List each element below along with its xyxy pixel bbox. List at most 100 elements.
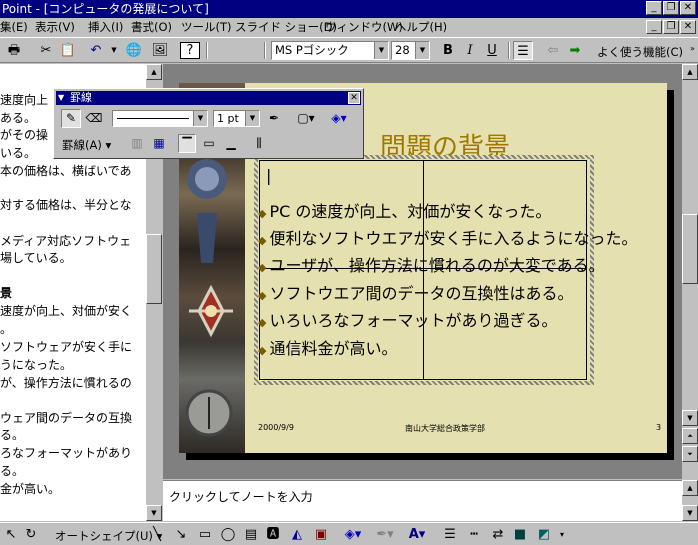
insert-clipart-icon[interactable]: ◭ bbox=[288, 525, 306, 544]
select-objects-icon[interactable]: ↖ bbox=[3, 525, 19, 544]
free-rotate-icon[interactable]: ↻ bbox=[22, 525, 40, 544]
outline-line: 速度が向上、対価が安く bbox=[0, 304, 133, 318]
slide-bullet[interactable]: ◆ 便利なソフトウエアが安く手に入るようになった。 bbox=[258, 225, 637, 249]
scroll-down-icon[interactable]: ▼ bbox=[146, 505, 162, 521]
3d-icon[interactable]: ◩ bbox=[534, 525, 554, 544]
line-style-preview bbox=[117, 118, 189, 119]
line-color-icon[interactable]: ✒▾ bbox=[372, 525, 398, 544]
slide-scrollbar[interactable]: ▲ ▼ ⏶ ⏷ bbox=[682, 64, 698, 479]
outline-scroll-thumb[interactable] bbox=[146, 234, 162, 304]
slide-bullet[interactable]: ◆ ユーザが、操作方法に慣れるのが大変である。 bbox=[258, 252, 605, 276]
menu-edit[interactable]: 集(E) bbox=[0, 18, 28, 37]
split-cell-icon[interactable]: ▦ bbox=[150, 134, 168, 153]
border-color-icon[interactable]: ✒ bbox=[264, 109, 284, 128]
bold-button[interactable]: B bbox=[438, 41, 458, 60]
insert-clipart-icon[interactable]: 🖼 bbox=[150, 41, 170, 60]
bullet-icon: ◆ bbox=[258, 234, 267, 247]
slide-scroll-thumb[interactable] bbox=[682, 214, 698, 284]
outline-line: ソフトウェアが安く手に bbox=[0, 340, 133, 354]
doc-minimize-button[interactable]: _ bbox=[646, 20, 662, 34]
outline-line: がその操 bbox=[0, 128, 49, 142]
outline-slide-title: 景 bbox=[0, 286, 13, 300]
arrow-style-icon[interactable]: ⇄ bbox=[488, 525, 508, 544]
slide-bullet[interactable]: ◆ PC の速度が向上、対価が安くなった。 bbox=[258, 198, 551, 222]
undo-dropdown-icon[interactable]: ▼ bbox=[104, 41, 124, 60]
slide-bullet[interactable]: ◆ ソフトウエア間のデータの互換性はある。 bbox=[258, 280, 573, 304]
line-style-select[interactable]: ▼ bbox=[112, 110, 208, 127]
borders-toolbar: 罫線 ▼ ✕ ✎ ⌫ ▼ 1 pt ▼ ✒ ▢▾ ◈▾ 罫線(A) ▾ ▥ ▦ ▔… bbox=[53, 88, 364, 159]
dash-style-icon[interactable]: ┅ bbox=[464, 525, 484, 544]
distribute-columns-icon[interactable]: ⫼ bbox=[250, 134, 268, 153]
notes-scrollbar[interactable]: ▲ ▼ bbox=[682, 480, 698, 521]
oval-tool-icon[interactable]: ◯ bbox=[219, 525, 237, 544]
scroll-down-icon[interactable]: ▼ bbox=[682, 505, 698, 521]
toolbar-more-icon[interactable]: ▾ bbox=[556, 525, 568, 544]
font-size-select[interactable]: 28 ▼ bbox=[391, 41, 430, 60]
fill-color-icon[interactable]: ◈▾ bbox=[324, 109, 354, 128]
text-box-icon[interactable]: ▤ bbox=[242, 525, 260, 544]
scroll-down-icon[interactable]: ▼ bbox=[682, 410, 698, 426]
promote-icon[interactable]: ⇦ bbox=[543, 41, 563, 60]
autoshapes-menu[interactable]: オートシェイプ(U) ▾ bbox=[55, 528, 162, 544]
next-slide-icon[interactable]: ⏷ bbox=[682, 446, 698, 462]
outline-line: る。 bbox=[0, 464, 25, 478]
scroll-up-icon[interactable]: ▲ bbox=[146, 64, 162, 80]
align-top-icon[interactable]: ▔ bbox=[178, 134, 196, 153]
previous-slide-icon[interactable]: ⏶ bbox=[682, 428, 698, 444]
close-icon[interactable]: ✕ bbox=[348, 92, 360, 104]
insert-hyperlink-icon[interactable]: 🌐 bbox=[124, 41, 144, 60]
borders-toolbar-title[interactable]: 罫線 ▼ ✕ bbox=[56, 91, 361, 105]
shadow-icon[interactable]: ■ bbox=[510, 525, 530, 544]
outside-borders-icon[interactable]: ▢▾ bbox=[292, 109, 320, 128]
font-color-icon[interactable]: A▾ bbox=[404, 525, 430, 544]
app-minimize-button[interactable]: _ bbox=[646, 1, 662, 15]
line-weight-select[interactable]: 1 pt ▼ bbox=[213, 110, 260, 127]
undo-icon[interactable]: ↶ bbox=[86, 41, 106, 60]
menu-view[interactable]: 表示(V) bbox=[35, 18, 75, 37]
insert-picture-icon[interactable]: ▣ bbox=[312, 525, 330, 544]
doc-restore-button[interactable]: ❐ bbox=[663, 20, 679, 34]
menu-slideshow[interactable]: スライド ショー(D) bbox=[235, 18, 337, 37]
menu-tools[interactable]: ツール(T) bbox=[181, 18, 232, 37]
slide-bullet[interactable]: ◆ いろいろなフォーマットがあり過ぎる。 bbox=[258, 307, 557, 331]
underline-button[interactable]: U bbox=[482, 41, 502, 60]
scroll-up-icon[interactable]: ▲ bbox=[682, 64, 698, 80]
notes-pane[interactable]: クリックしてノートを入力 bbox=[163, 480, 682, 521]
app-restore-button[interactable]: ❐ bbox=[663, 1, 679, 15]
center-vertically-icon[interactable]: ▭ bbox=[200, 134, 218, 153]
toolbar-menu-icon[interactable]: ▼ bbox=[58, 91, 64, 105]
print-icon[interactable]: 🖶 bbox=[4, 41, 24, 60]
menu-help[interactable]: ヘルプ(H) bbox=[395, 18, 447, 37]
line-tool-icon[interactable]: ╲ bbox=[148, 525, 166, 544]
menu-insert[interactable]: 挿入(I) bbox=[88, 18, 123, 37]
outline-line: 対する価格は、半分とな bbox=[0, 198, 132, 212]
toolbar-more-icon[interactable]: » bbox=[690, 44, 695, 53]
font-name-select[interactable]: MS Pゴシック ▼ bbox=[271, 41, 389, 60]
app-close-button[interactable]: ✕ bbox=[680, 1, 696, 15]
arrow-tool-icon[interactable]: ↘ bbox=[172, 525, 190, 544]
doc-close-button[interactable]: ✕ bbox=[680, 20, 696, 34]
notes-placeholder: クリックしてノートを入力 bbox=[169, 490, 313, 504]
fill-color-icon[interactable]: ◈▾ bbox=[340, 525, 366, 544]
draw-table-pencil-icon[interactable]: ✎ bbox=[61, 109, 81, 128]
common-tasks-button[interactable]: よく使う機能(C) bbox=[597, 44, 683, 60]
cut-icon[interactable]: ✂ bbox=[36, 41, 56, 60]
italic-button[interactable]: I bbox=[460, 41, 480, 60]
scroll-up-icon[interactable]: ▲ bbox=[682, 480, 698, 496]
menu-format[interactable]: 書式(O) bbox=[131, 18, 172, 37]
drawing-toolbar: ↖ ↻ オートシェイプ(U) ▾ ╲ ↘ ▭ ◯ ▤ 🅰 ◭ ▣ ◈▾ ✒▾ A… bbox=[0, 522, 698, 545]
slide-bullet[interactable]: ◆ 通信料金が高い。 bbox=[258, 335, 397, 359]
align-left-icon[interactable]: ☰ bbox=[513, 41, 533, 60]
merge-cells-icon[interactable]: ▥ bbox=[128, 134, 146, 153]
help-icon[interactable]: ? bbox=[180, 42, 200, 59]
outline-line: 速度向上 bbox=[0, 93, 49, 107]
demote-icon[interactable]: ➡ bbox=[565, 41, 585, 60]
rectangle-tool-icon[interactable]: ▭ bbox=[196, 525, 214, 544]
paste-icon[interactable]: 📋 bbox=[58, 41, 78, 60]
line-style-icon[interactable]: ☰ bbox=[440, 525, 460, 544]
menu-window[interactable]: ウィンドウ(W) bbox=[325, 18, 403, 37]
align-bottom-icon[interactable]: ▁ bbox=[222, 134, 240, 153]
eraser-icon[interactable]: ⌫ bbox=[84, 109, 104, 128]
wordart-icon[interactable]: 🅰 bbox=[264, 525, 282, 544]
table-menu-button[interactable]: 罫線(A) ▾ bbox=[62, 137, 111, 153]
